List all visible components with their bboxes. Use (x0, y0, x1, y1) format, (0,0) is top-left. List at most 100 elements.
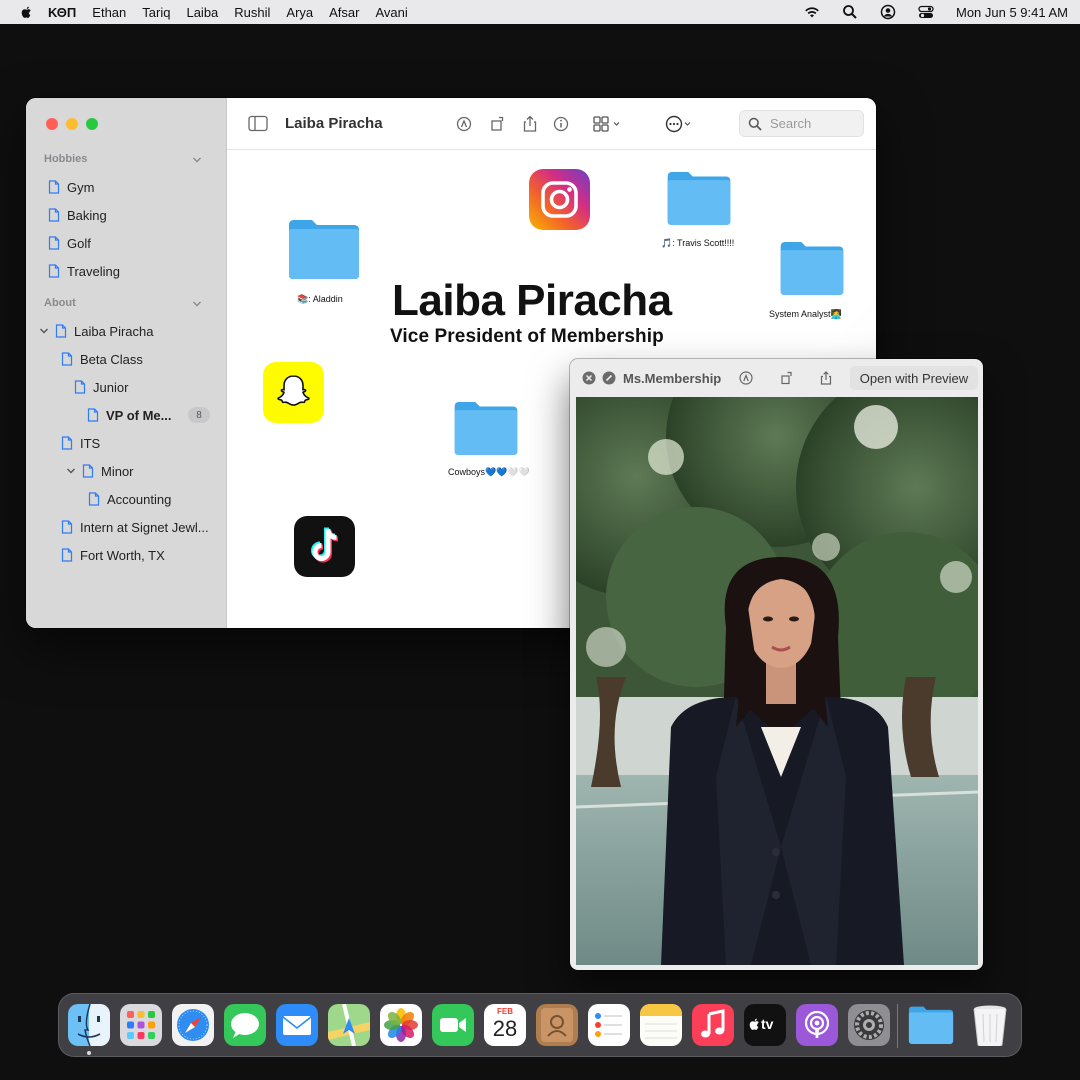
sidebar-item-label: Accounting (107, 491, 172, 507)
apple-logo-icon (749, 1018, 759, 1030)
dock-tv[interactable]: tv (744, 1004, 786, 1046)
folder-label-cowboys[interactable]: Cowboys💙💙🤍🤍 (448, 467, 530, 478)
menu-item-kop[interactable]: ΚΘΠ (48, 5, 76, 20)
share-icon[interactable] (521, 115, 539, 133)
dock-folder[interactable] (907, 1004, 955, 1046)
dock-photos[interactable] (380, 1004, 422, 1046)
rotate-icon[interactable] (780, 371, 794, 385)
sidebar-item-label: ITS (80, 435, 101, 451)
sidebar-section-about[interactable]: About (44, 297, 76, 309)
dock-reminders[interactable] (588, 1004, 630, 1046)
menu-item-tariq[interactable]: Tariq (142, 5, 170, 20)
tv-label: tv (761, 1016, 774, 1032)
control-center-icon[interactable] (918, 4, 934, 20)
profile-name: Laiba Piracha (392, 276, 672, 325)
markup-icon[interactable] (455, 115, 473, 133)
sidebar-item-minor[interactable]: Minor (66, 461, 134, 481)
search-icon[interactable] (842, 4, 858, 20)
sidebar-item-its[interactable]: ITS (61, 433, 100, 453)
rotate-icon[interactable] (489, 115, 507, 133)
menu-item-ethan[interactable]: Ethan (92, 5, 126, 20)
dock-facetime[interactable] (432, 1004, 474, 1046)
menu-item-arya[interactable]: Arya (286, 5, 313, 20)
finder-icon (68, 1004, 110, 1046)
menu-clock[interactable]: Mon Jun 5 9:41 AM (956, 5, 1068, 20)
document-icon (61, 352, 73, 366)
dock-mail[interactable] (276, 1004, 318, 1046)
chevron-down-icon[interactable] (192, 299, 202, 309)
sidebar-item-accounting[interactable]: Accounting (88, 489, 171, 509)
dock-music[interactable] (692, 1004, 734, 1046)
markup-icon[interactable] (739, 371, 753, 385)
user-icon[interactable] (880, 4, 896, 20)
sidebar-item-golf[interactable]: Golf (48, 233, 91, 253)
maps-icon (328, 1004, 370, 1046)
document-icon (48, 236, 60, 250)
sidebar-toggle-icon[interactable] (248, 115, 268, 132)
open-with-preview-button[interactable]: Open with Preview (850, 366, 978, 390)
close-button[interactable] (46, 118, 58, 130)
document-icon (55, 324, 67, 338)
view-grid-icon[interactable] (593, 115, 625, 133)
instagram-icon[interactable] (529, 169, 590, 230)
sidebar-item-label: Laiba Piracha (74, 323, 154, 339)
minimize-button[interactable] (66, 118, 78, 130)
sidebar-item-laiba-piracha[interactable]: Laiba Piracha (39, 321, 154, 341)
notes-icon (640, 1004, 682, 1046)
dock-maps[interactable] (328, 1004, 370, 1046)
folder-icon[interactable] (286, 217, 362, 281)
fullscreen-icon[interactable] (602, 371, 616, 385)
dock-finder[interactable] (68, 1004, 110, 1046)
apple-logo-icon[interactable] (20, 5, 34, 19)
folder-label-aladdin[interactable]: 📚: Aladdin (297, 294, 343, 305)
chevron-down-icon[interactable] (192, 155, 202, 165)
dock-system-settings[interactable] (848, 1004, 890, 1046)
menu-item-avani[interactable]: Avani (375, 5, 407, 20)
zoom-button[interactable] (86, 118, 98, 130)
tiktok-icon[interactable] (294, 516, 355, 577)
sidebar-item-vp-of-membership[interactable]: VP of Me... (87, 405, 172, 425)
sidebar-item-label: VP of Me... (106, 407, 172, 423)
document-icon (82, 464, 94, 478)
folder-icon[interactable] (665, 169, 733, 227)
toolbar: Laiba Piracha Search (227, 98, 876, 150)
chevron-down-icon[interactable] (66, 466, 76, 476)
info-icon[interactable] (552, 115, 570, 133)
dock-launchpad[interactable] (120, 1004, 162, 1046)
dock-safari[interactable] (172, 1004, 214, 1046)
close-icon[interactable] (582, 371, 596, 385)
dock: FEB 28 tv (58, 993, 1022, 1057)
sidebar-item-label: Fort Worth, TX (80, 547, 165, 563)
facetime-icon (432, 1004, 474, 1046)
search-field[interactable]: Search (739, 110, 864, 137)
sidebar-section-hobbies[interactable]: Hobbies (44, 153, 87, 165)
sidebar-item-baking[interactable]: Baking (48, 205, 107, 225)
sidebar-item-beta-class[interactable]: Beta Class (61, 349, 143, 369)
folder-icon[interactable] (778, 239, 846, 297)
dock-notes[interactable] (640, 1004, 682, 1046)
dock-trash[interactable] (971, 1004, 1009, 1046)
menu-item-afsar[interactable]: Afsar (329, 5, 359, 20)
sidebar-item-traveling[interactable]: Traveling (48, 261, 120, 281)
trash-icon (973, 1005, 1007, 1046)
sidebar-item-gym[interactable]: Gym (48, 177, 94, 197)
sidebar-item-intern-signet[interactable]: Intern at Signet Jewl... (61, 517, 209, 537)
more-actions-icon[interactable] (665, 115, 695, 133)
share-icon[interactable] (819, 371, 833, 385)
folder-icon[interactable] (452, 399, 520, 457)
menu-item-laiba[interactable]: Laiba (186, 5, 218, 20)
dock-contacts[interactable] (536, 1004, 578, 1046)
folder-label-travis-scott[interactable]: 🎵: Travis Scott!!!! (661, 238, 734, 249)
calendar-month: FEB (497, 1007, 513, 1016)
menu-item-rushil[interactable]: Rushil (234, 5, 270, 20)
dock-podcasts[interactable] (796, 1004, 838, 1046)
chevron-down-icon[interactable] (39, 326, 49, 336)
document-icon (61, 436, 73, 450)
sidebar-item-junior[interactable]: Junior (74, 377, 128, 397)
wifi-icon[interactable] (804, 4, 820, 20)
dock-messages[interactable] (224, 1004, 266, 1046)
folder-label-system-analyst[interactable]: System Analyst👩‍💻 (769, 309, 842, 320)
sidebar-item-fort-worth[interactable]: Fort Worth, TX (61, 545, 165, 565)
dock-calendar[interactable]: FEB 28 (484, 1004, 526, 1046)
snapchat-icon[interactable] (263, 362, 324, 423)
